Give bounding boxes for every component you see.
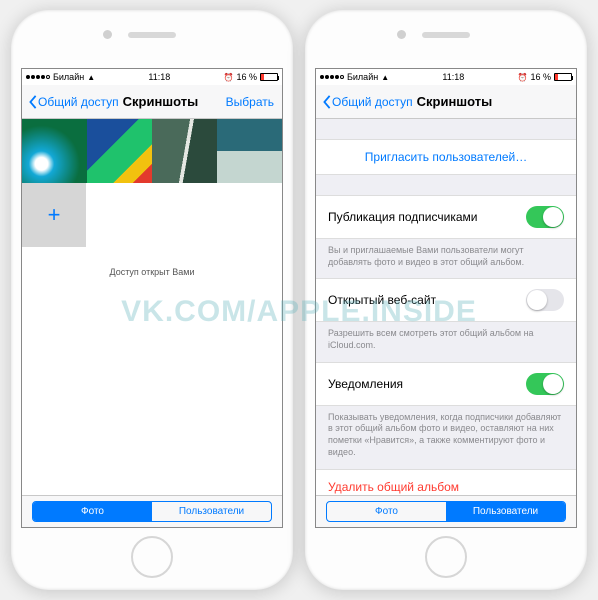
wifi-icon	[381, 72, 389, 82]
bottom-tabbar: Фото Пользователи	[22, 495, 282, 527]
back-label: Общий доступ	[38, 95, 119, 109]
delete-album-label: Удалить общий альбом	[328, 480, 459, 494]
settings-content[interactable]: Пригласить пользователей… Публикация под…	[316, 119, 576, 495]
public-website-switch[interactable]	[526, 289, 564, 311]
alarm-icon	[518, 72, 528, 82]
tab-photos[interactable]: Фото	[327, 502, 446, 521]
subscribers-posting-switch[interactable]	[526, 206, 564, 228]
subscribers-posting-row: Публикация подписчиками	[316, 195, 576, 239]
battery-pct: 16 %	[236, 72, 257, 82]
bottom-tabbar: Фото Пользователи	[316, 495, 576, 527]
notifications-desc: Показывать уведомления, когда подписчики…	[316, 406, 576, 469]
notifications-switch[interactable]	[526, 373, 564, 395]
delete-album-button[interactable]: Удалить общий альбом	[316, 469, 576, 496]
back-label: Общий доступ	[332, 95, 413, 109]
nav-bar: Общий доступ Скриншоты	[316, 85, 576, 119]
photo-thumbnail[interactable]	[217, 119, 282, 183]
photo-thumbnail[interactable]	[152, 119, 217, 183]
photo-thumbnail[interactable]	[87, 119, 152, 183]
battery-icon	[260, 73, 278, 81]
public-website-label: Открытый веб-сайт	[328, 293, 526, 307]
invite-label: Пригласить пользователей…	[365, 150, 527, 164]
public-website-row: Открытый веб-сайт	[316, 278, 576, 322]
shared-by-you-label: Доступ открыт Вами	[22, 267, 282, 277]
screen-left: Билайн 11:18 16 % Общий доступ Скриншоты…	[21, 68, 283, 528]
select-button[interactable]: Выбрать	[226, 95, 274, 109]
carrier-label: Билайн	[53, 72, 84, 82]
alarm-icon	[224, 72, 234, 82]
segmented-control: Фото Пользователи	[326, 501, 566, 522]
tab-users[interactable]: Пользователи	[446, 502, 565, 521]
status-bar: Билайн 11:18 16 %	[316, 69, 576, 85]
plus-icon: +	[48, 202, 61, 228]
tab-users[interactable]: Пользователи	[152, 502, 271, 521]
iphone-right: Билайн 11:18 16 % Общий доступ Скриншоты…	[305, 10, 587, 590]
tab-photos[interactable]: Фото	[33, 502, 152, 521]
chevron-left-icon	[322, 95, 332, 109]
status-time: 11:18	[148, 72, 170, 82]
screen-right: Билайн 11:18 16 % Общий доступ Скриншоты…	[315, 68, 577, 528]
public-website-desc: Разрешить всем смотреть этот общий альбо…	[316, 322, 576, 361]
subscribers-posting-desc: Вы и приглашаемые Вами пользователи могу…	[316, 239, 576, 278]
photo-thumbnail[interactable]	[22, 119, 87, 183]
notifications-label: Уведомления	[328, 377, 526, 391]
home-button[interactable]	[425, 536, 467, 578]
carrier-label: Билайн	[347, 72, 378, 82]
page-title: Скриншоты	[417, 94, 493, 109]
signal-icon	[26, 75, 50, 79]
back-button[interactable]: Общий доступ	[28, 95, 119, 109]
battery-pct: 16 %	[530, 72, 551, 82]
photo-thumbnails-row	[22, 119, 282, 183]
subscribers-posting-label: Публикация подписчиками	[328, 210, 526, 224]
battery-icon	[554, 73, 572, 81]
segmented-control: Фото Пользователи	[32, 501, 272, 522]
add-photo-button[interactable]: +	[22, 183, 86, 247]
status-bar: Билайн 11:18 16 %	[22, 69, 282, 85]
page-title: Скриншоты	[123, 94, 199, 109]
nav-bar: Общий доступ Скриншоты Выбрать	[22, 85, 282, 119]
back-button[interactable]: Общий доступ	[322, 95, 413, 109]
chevron-left-icon	[28, 95, 38, 109]
album-content: + Доступ открыт Вами	[22, 119, 282, 495]
invite-users-button[interactable]: Пригласить пользователей…	[316, 139, 576, 175]
status-time: 11:18	[442, 72, 464, 82]
notifications-row: Уведомления	[316, 362, 576, 406]
home-button[interactable]	[131, 536, 173, 578]
signal-icon	[320, 75, 344, 79]
wifi-icon	[87, 72, 95, 82]
iphone-left: Билайн 11:18 16 % Общий доступ Скриншоты…	[11, 10, 293, 590]
